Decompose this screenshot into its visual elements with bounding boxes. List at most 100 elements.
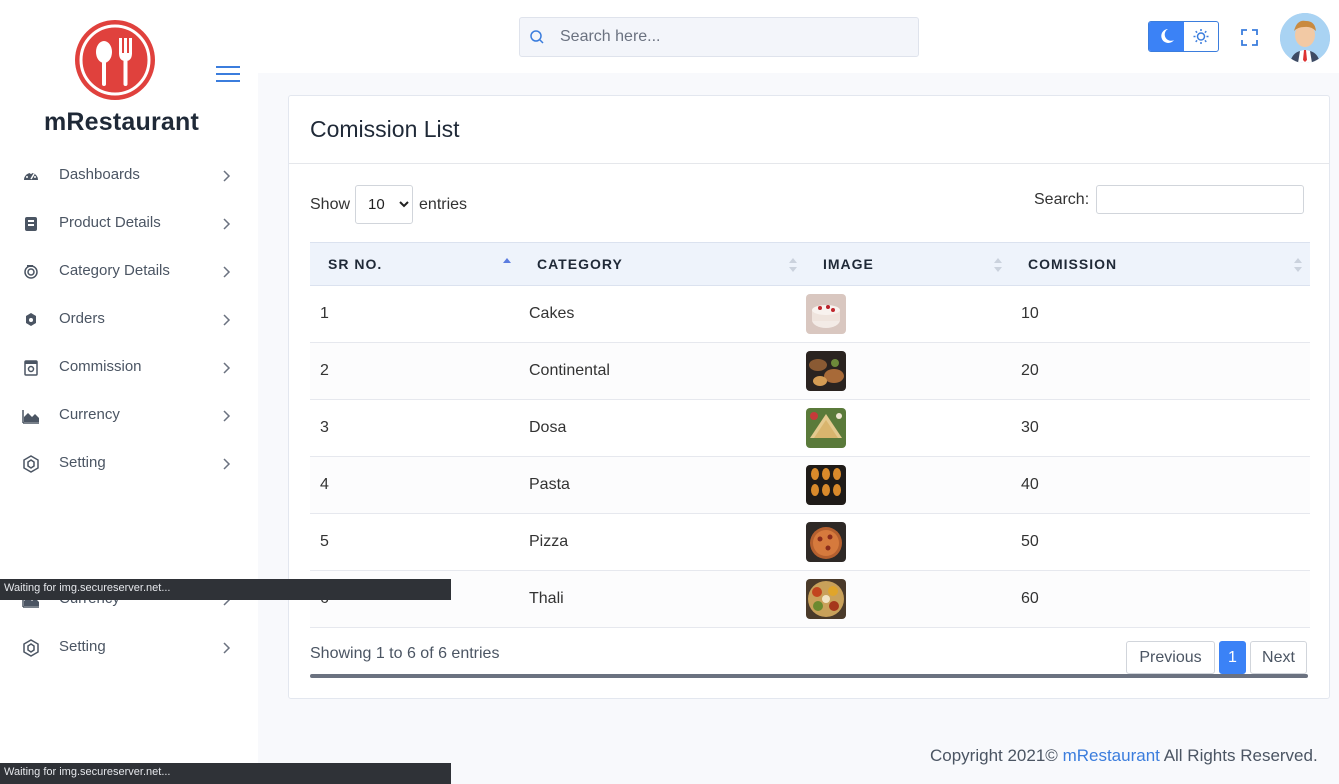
table-row: 5 Pizza 50 — [310, 513, 1310, 571]
chevron-right-icon — [223, 170, 231, 182]
moon-icon — [1161, 29, 1174, 43]
column-label: COMISSION — [1028, 256, 1118, 272]
column-label: IMAGE — [823, 256, 874, 272]
cell-category: Pizza — [519, 513, 805, 571]
sidebar-item-dashboards[interactable]: Dashboards — [0, 152, 258, 200]
pizza-thumbnail — [806, 522, 846, 562]
table-search-label: Search: — [1034, 190, 1090, 208]
chevron-right-icon — [223, 458, 231, 470]
cell-image — [805, 570, 1010, 628]
page-title: Comission List — [310, 116, 460, 142]
chevron-right-icon — [223, 314, 231, 326]
sun-icon — [1193, 29, 1209, 44]
fullscreen-icon[interactable] — [1240, 28, 1259, 47]
chevron-right-icon — [223, 642, 231, 654]
sidebar-item-setting[interactable]: Setting — [0, 440, 258, 488]
footer-brand-link[interactable]: mRestaurant — [1063, 746, 1160, 765]
card-header: Comission List — [289, 96, 1329, 164]
brand-name: mRestaurant — [44, 108, 200, 136]
commission-list-card: Comission List Show 10 25 50 100 entries… — [288, 95, 1330, 699]
cell-image — [805, 513, 1010, 571]
table-row: 4 Pasta 40 — [310, 456, 1310, 514]
search-input[interactable] — [560, 18, 915, 56]
cell-sr-no: 4 — [310, 456, 519, 514]
entries-length-control: Show 10 25 50 100 entries — [310, 185, 467, 224]
horizontal-scrollbar[interactable] — [310, 674, 1308, 678]
table-row: 3 Dosa 30 — [310, 399, 1310, 457]
sidebar-item-currency[interactable]: Currency — [0, 392, 258, 440]
cell-category: Continental — [519, 342, 805, 400]
table-info: Showing 1 to 6 of 6 entries — [310, 645, 500, 662]
column-header-image[interactable]: IMAGE — [805, 242, 1010, 286]
column-header-sr-no[interactable]: SR NO. — [310, 242, 519, 286]
table-row: 1 Cakes 10 — [310, 285, 1310, 343]
orders-icon — [26, 313, 36, 326]
cell-image — [805, 456, 1010, 514]
cell-category: Cakes — [519, 285, 805, 343]
page-size-select[interactable]: 10 25 50 100 — [355, 185, 414, 224]
theme-toggle — [1148, 21, 1219, 52]
table-header-row: SR NO. CATEGORY IMAGE COMISSION — [310, 242, 1310, 286]
thali-thumbnail — [806, 579, 846, 619]
next-page-button[interactable]: Next — [1250, 641, 1307, 674]
cell-commission: 60 — [1010, 570, 1310, 628]
page-1-button[interactable]: 1 — [1219, 641, 1246, 674]
sort-icon — [994, 258, 1002, 272]
sidebar-item-label: Setting — [59, 638, 106, 655]
category-icon — [24, 265, 38, 279]
sidebar-item-label: Dashboards — [59, 166, 140, 183]
restaurant-logo-icon[interactable] — [73, 18, 157, 102]
sidebar-item-label: Product Details — [59, 214, 161, 231]
settings-cube-icon — [23, 455, 39, 473]
column-label: CATEGORY — [537, 256, 623, 272]
cell-sr-no: 5 — [310, 513, 519, 571]
sort-icon — [1294, 258, 1302, 272]
previous-page-button[interactable]: Previous — [1126, 641, 1215, 674]
footer-copyright: Copyright 2021© — [930, 746, 1058, 765]
status-bar-loading-bottom: Waiting for img.secureserver.net... — [0, 763, 451, 784]
pagination: Previous 1 Next — [1126, 641, 1311, 674]
chevron-right-icon — [223, 266, 231, 278]
sidebar-item-setting-duplicate[interactable]: Setting — [0, 624, 258, 672]
user-avatar[interactable] — [1280, 13, 1330, 63]
footer-rights: All Rights Reserved. — [1163, 746, 1318, 765]
sort-ascending-icon — [503, 258, 511, 263]
status-bar-loading: Waiting for img.secureserver.net... — [0, 579, 451, 600]
dark-mode-button[interactable] — [1149, 22, 1184, 51]
sidebar-item-commission[interactable]: Commission — [0, 344, 258, 392]
sidebar-item-product-details[interactable]: Product Details — [0, 200, 258, 248]
sidebar-item-category-details[interactable]: Category Details — [0, 248, 258, 296]
cell-commission: 20 — [1010, 342, 1310, 400]
sidebar-item-label: Setting — [59, 454, 106, 471]
column-header-category[interactable]: CATEGORY — [519, 242, 805, 286]
dosa-thumbnail — [806, 408, 846, 448]
light-mode-button[interactable] — [1184, 22, 1218, 51]
sidebar-item-label: Currency — [59, 406, 120, 423]
table-filter: Search: — [1034, 185, 1305, 214]
cell-commission: 50 — [1010, 513, 1310, 571]
chevron-right-icon — [223, 410, 231, 422]
settings-cube-icon — [23, 639, 39, 657]
product-icon — [25, 217, 37, 231]
sidebar-item-orders[interactable]: Orders — [0, 296, 258, 344]
pasta-thumbnail — [806, 465, 846, 505]
cell-category: Pasta — [519, 456, 805, 514]
cell-commission: 10 — [1010, 285, 1310, 343]
cell-commission: 40 — [1010, 456, 1310, 514]
table-search-input[interactable] — [1096, 185, 1305, 214]
chevron-right-icon — [223, 362, 231, 374]
menu-toggle-icon[interactable] — [216, 64, 240, 84]
global-search — [519, 17, 919, 57]
cell-image — [805, 399, 1010, 457]
commission-table: SR NO. CATEGORY IMAGE COMISSION 1 Cakes … — [310, 242, 1310, 628]
column-header-commission[interactable]: COMISSION — [1010, 242, 1310, 286]
search-icon — [530, 30, 544, 44]
sidebar: mRestaurant Dashboards Product Details C… — [0, 0, 258, 784]
cakes-thumbnail — [806, 294, 846, 334]
sidebar-item-label: Category Details — [59, 262, 170, 279]
show-label: Show — [310, 195, 351, 213]
cell-image — [805, 342, 1010, 400]
area-chart-icon — [22, 410, 39, 424]
cell-commission: 30 — [1010, 399, 1310, 457]
dashboard-gauge-icon — [24, 172, 38, 180]
